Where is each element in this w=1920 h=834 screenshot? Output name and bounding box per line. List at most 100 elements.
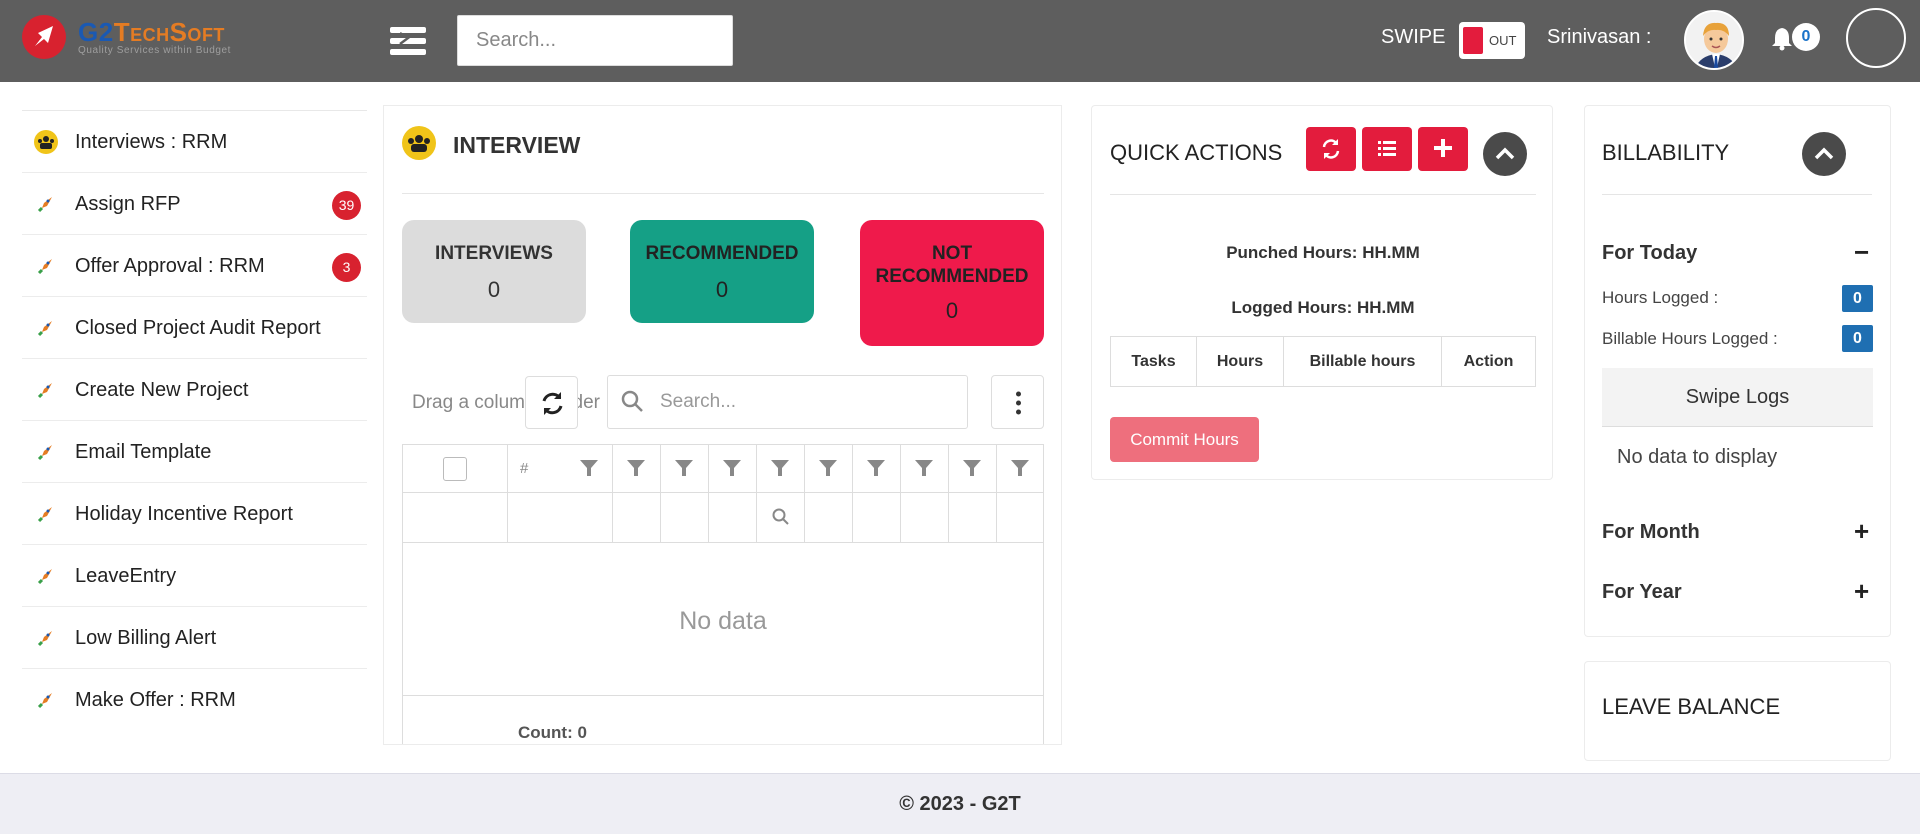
section-for-month[interactable]: For Month [1602,521,1700,544]
filter-cell[interactable] [853,493,901,542]
sidebar-item-label: Offer Approval : RRM [75,255,265,277]
filter-icon[interactable] [721,457,743,479]
kebab-icon [1016,391,1021,415]
panel-title: INTERVIEW [453,132,581,158]
brand-logo[interactable]: G2TechSoft Quality Services within Budge… [22,15,272,59]
section-for-year[interactable]: For Year [1602,581,1682,604]
refresh-icon [542,392,563,415]
sidebar-item-make-offer[interactable]: Make Offer : RRM [22,669,367,714]
filter-cell[interactable] [613,493,661,542]
filter-cell[interactable] [709,493,757,542]
sidebar-item-label: Create New Project [75,379,249,401]
swipe-knob [1463,27,1483,54]
swipe-logs-header[interactable]: Swipe Logs [1602,368,1873,427]
sidebar-item-low-billing-alert[interactable]: Low Billing Alert [22,607,367,669]
column-header[interactable] [757,445,805,492]
header-search-input[interactable] [457,15,733,66]
filter-icon[interactable] [865,457,887,479]
rocket-icon [34,254,58,278]
column-header-number[interactable]: # [508,445,613,492]
rocket-icon [34,564,58,588]
bell-icon[interactable] [1771,25,1793,51]
plus-icon[interactable]: + [1854,578,1869,604]
panel-title: BILLABILITY [1602,140,1730,165]
filter-icon[interactable] [625,457,647,479]
column-header[interactable] [709,445,757,492]
sidebar-item-label: Low Billing Alert [75,627,217,649]
column-header[interactable] [997,445,1043,492]
list-button[interactable] [1362,127,1412,171]
collapse-button[interactable] [1483,132,1527,176]
interview-data-grid: # No data Count: 0 [402,444,1044,744]
filter-cell[interactable] [661,493,709,542]
filter-icon[interactable] [769,457,791,479]
collapse-button[interactable] [1802,132,1846,176]
rocket-icon [34,192,58,216]
profile-menu-button[interactable] [1846,8,1906,68]
filter-cell[interactable] [508,493,613,542]
refresh-button[interactable] [525,376,578,429]
column-header[interactable] [901,445,949,492]
stat-card-recommended[interactable]: RECOMMENDED 0 [630,220,814,323]
column-header[interactable] [805,445,853,492]
chevron-up-icon [1495,147,1515,160]
sidebar-item-closed-project-audit[interactable]: Closed Project Audit Report [22,297,367,359]
swipe-label: SWIPE [1381,26,1446,48]
grid-search-input[interactable]: Search... [607,375,968,429]
filter-cell[interactable] [901,493,949,542]
select-all-cell [403,445,508,492]
filter-icon[interactable] [913,457,935,479]
select-all-checkbox[interactable] [443,457,467,481]
sidebar-item-interviews-rrm[interactable]: Interviews : RRM [22,111,367,173]
add-button[interactable] [1418,127,1468,171]
column-header[interactable] [613,445,661,492]
stat-value: 0 [945,298,959,323]
panel-title: QUICK ACTIONS [1110,140,1283,165]
minus-icon[interactable]: − [1854,239,1869,265]
refresh-button[interactable] [1306,127,1356,171]
filter-icon[interactable] [578,457,600,479]
filter-cell[interactable] [805,493,853,542]
sidebar-item-assign-rfp[interactable]: Assign RFP 39 [22,173,367,235]
menu-toggle-icon[interactable] [388,24,428,58]
interview-icon [34,130,58,154]
filter-icon[interactable] [961,457,983,479]
column-header-billable-hours: Billable hours [1284,337,1442,386]
brand-name: G2TechSoft [78,17,225,47]
commit-hours-button[interactable]: Commit Hours [1110,417,1259,462]
sidebar-item-create-new-project[interactable]: Create New Project [22,359,367,421]
count-badge: 3 [332,253,361,282]
grid-search-placeholder: Search... [660,391,737,412]
filter-cell[interactable] [403,493,508,542]
column-header[interactable] [853,445,901,492]
sidebar-item-offer-approval[interactable]: Offer Approval : RRM 3 [22,235,367,297]
sidebar-item-holiday-incentive[interactable]: Holiday Incentive Report [22,483,367,545]
column-header[interactable] [661,445,709,492]
rocket-icon [34,688,58,712]
filter-icon[interactable] [673,457,695,479]
column-header[interactable] [949,445,997,492]
rocket-icon [34,626,58,650]
stat-card-not-recommended[interactable]: NOT RECOMMENDED 0 [860,220,1044,346]
footer: © 2023 - G2T [0,773,1920,834]
punched-hours: Punched Hours: HH.MM [1226,243,1420,262]
filter-icon[interactable] [817,457,839,479]
sidebar: Interviews : RRM Assign RFP 39 Offer App… [22,110,367,714]
filter-cell[interactable] [757,493,805,542]
swipe-logs-empty: No data to display [1617,446,1778,468]
more-options-button[interactable] [991,375,1044,429]
plus-icon[interactable]: + [1854,518,1869,544]
filter-icon[interactable] [1009,457,1031,479]
rocket-icon [34,502,58,526]
section-for-today[interactable]: For Today [1602,242,1697,265]
column-header-hours: Hours [1197,337,1284,386]
swipe-toggle[interactable]: OUT [1459,22,1525,59]
sidebar-item-email-template[interactable]: Email Template [22,421,367,483]
sidebar-item-leave-entry[interactable]: LeaveEntry [22,545,367,607]
sidebar-item-label: Make Offer : RRM [75,689,236,711]
stat-card-interviews[interactable]: INTERVIEWS 0 [402,220,586,323]
avatar[interactable] [1684,10,1744,70]
filter-cell[interactable] [949,493,997,542]
tasks-table: Tasks Hours Billable hours Action [1110,336,1536,387]
filter-cell[interactable] [997,493,1043,542]
